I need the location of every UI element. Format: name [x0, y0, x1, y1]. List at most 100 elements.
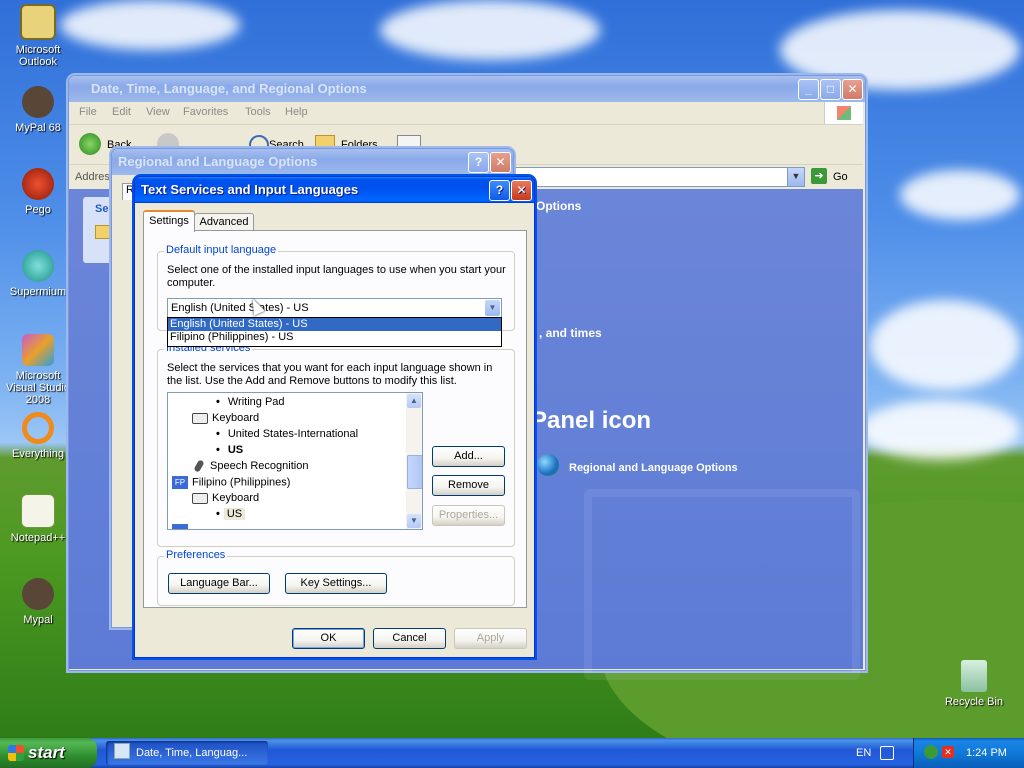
menu-tools[interactable]: Tools: [245, 106, 271, 118]
default-input-language-dropdown[interactable]: English (United States) - US Filipino (P…: [167, 317, 502, 347]
tree-item-keyboard[interactable]: Keyboard: [192, 412, 259, 424]
desktop-icon-outlook[interactable]: Microsoft Outlook: [0, 4, 76, 68]
language-bar-button[interactable]: Language Bar...: [168, 573, 270, 594]
desktop-icon-label: Pego: [25, 204, 51, 216]
help-button[interactable]: ?: [468, 152, 489, 173]
address-dropdown-icon[interactable]: ▼: [787, 168, 804, 186]
keyboard-icon: [192, 492, 208, 504]
recycle-bin-icon: [961, 660, 987, 692]
scroll-up-icon[interactable]: ▲: [407, 394, 421, 408]
settings-tab-page: Default input language Select one of the…: [143, 230, 527, 608]
desktop-icon-visual-studio[interactable]: Microsoft Visual Studio 2008: [0, 334, 76, 406]
regional-language-options-link[interactable]: Regional and Language Options: [569, 462, 738, 474]
dropdown-option[interactable]: Filipino (Philippines) - US: [168, 331, 501, 344]
desktop-icon-everything[interactable]: Everything: [0, 412, 76, 460]
regional-dialog-titlebar[interactable]: Regional and Language Options ? ✕: [112, 149, 513, 175]
go-button[interactable]: Go: [833, 171, 848, 183]
tree-scrollbar[interactable]: ▲ ▼: [406, 393, 422, 529]
chevron-down-icon[interactable]: ▼: [485, 300, 500, 316]
tree-item-us[interactable]: • US: [216, 444, 243, 456]
desktop-icon-label: Notepad++: [10, 532, 66, 544]
tree-item-label: Keyboard: [212, 412, 260, 424]
watermark-graphic: [584, 489, 860, 680]
tree-item-us-international[interactable]: • United States-International: [216, 428, 358, 440]
tab-label: Settings: [149, 215, 189, 227]
taskbar-button-label: Date, Time, Languag...: [136, 747, 248, 759]
supermium-icon: [22, 250, 54, 282]
tab-settings[interactable]: Settings: [143, 210, 195, 232]
key-settings-button[interactable]: Key Settings...: [285, 573, 387, 594]
address-label: Address: [75, 171, 116, 183]
everything-icon: [22, 412, 54, 444]
network-icon[interactable]: [924, 745, 938, 759]
desktop-icon-label: MyPal 68: [15, 122, 61, 134]
installed-services-description: Select the services that you want for ea…: [167, 362, 493, 387]
desktop-icon-label: Supermium: [9, 286, 67, 298]
cancel-button[interactable]: Cancel: [373, 628, 446, 649]
tree-item-label: Filipino (Philippines): [192, 476, 291, 489]
maximize-button[interactable]: □: [820, 79, 841, 100]
tree-item-speech-recognition[interactable]: Speech Recognition: [192, 459, 308, 473]
cloud: [60, 0, 240, 50]
apply-button[interactable]: Apply: [454, 628, 527, 649]
language-bar-icon[interactable]: [880, 746, 894, 760]
cloud: [900, 170, 1020, 220]
desktop-icon-pego[interactable]: Pego: [0, 168, 76, 216]
desktop-icon-supermium[interactable]: Supermium: [0, 250, 76, 298]
taskbar-button-control-panel[interactable]: Date, Time, Languag...: [106, 741, 268, 765]
scroll-thumb[interactable]: [407, 455, 422, 489]
properties-button[interactable]: Properties...: [432, 505, 505, 526]
desktop-icon-label: Microsoft Visual Studio 2008: [5, 370, 70, 406]
desktop-icon-mypal68[interactable]: MyPal 68: [0, 86, 76, 134]
desktop-icon-notepadpp[interactable]: Notepad++: [0, 494, 76, 544]
text-services-dialog[interactable]: Text Services and Input Languages ? ✕ Se…: [134, 176, 535, 658]
menu-file[interactable]: File: [79, 106, 97, 118]
menu-view[interactable]: View: [146, 106, 170, 118]
desktop-icon-mypal[interactable]: Mypal: [0, 578, 76, 626]
minimize-button[interactable]: _: [798, 79, 819, 100]
menu-edit[interactable]: Edit: [112, 106, 131, 118]
tab-label: R: [126, 184, 134, 196]
notepadpp-icon: [21, 494, 55, 528]
close-button[interactable]: ✕: [842, 79, 863, 100]
menu-help[interactable]: Help: [285, 106, 308, 118]
desktop-icon-label: Recycle Bin: [944, 696, 1004, 708]
ok-button[interactable]: OK: [292, 628, 365, 649]
cloud: [870, 300, 1020, 390]
default-input-language-select[interactable]: English (United States) - US ▼: [167, 298, 502, 318]
help-button[interactable]: ?: [489, 180, 510, 201]
security-alert-icon[interactable]: ✕: [942, 746, 954, 758]
language-fp-icon: FP: [172, 476, 188, 489]
tab-label: Advanced: [199, 216, 249, 228]
scroll-down-icon[interactable]: ▼: [407, 514, 421, 528]
cloud: [380, 0, 600, 60]
language-indicator[interactable]: EN: [856, 747, 871, 759]
language-icon: [172, 524, 188, 529]
task-link[interactable]: , and times: [539, 326, 602, 340]
mypal-icon: [22, 86, 54, 118]
desktop-icon-recycle-bin[interactable]: Recycle Bin: [936, 660, 1012, 708]
remove-button[interactable]: Remove: [432, 475, 505, 496]
tree-item-writing-pad[interactable]: • Writing Pad: [216, 396, 285, 408]
clock[interactable]: 1:24 PM: [966, 747, 1007, 759]
tree-item-filipino[interactable]: FP Filipino (Philippines): [172, 476, 290, 489]
text-services-titlebar[interactable]: Text Services and Input Languages ? ✕: [135, 177, 534, 203]
add-button[interactable]: Add...: [432, 446, 505, 467]
installed-services-tree[interactable]: • Writing Pad Keyboard • United States-Int…: [167, 392, 423, 530]
desktop-icon-label: Mypal: [23, 614, 53, 626]
go-arrow-icon[interactable]: ➜: [811, 168, 827, 184]
desktop-icon-label: Microsoft Outlook: [15, 44, 61, 68]
tab-advanced[interactable]: Advanced: [194, 213, 254, 231]
back-arrow-icon[interactable]: [79, 133, 101, 155]
control-panel-titlebar[interactable]: Date, Time, Language, and Regional Optio…: [69, 76, 865, 102]
close-button[interactable]: ✕: [511, 180, 532, 201]
close-button[interactable]: ✕: [490, 152, 511, 173]
menu-favorites[interactable]: Favorites: [183, 106, 228, 118]
window-title: Regional and Language Options: [118, 154, 318, 169]
dropdown-option-selected[interactable]: English (United States) - US: [168, 318, 501, 331]
desktop-icon-label: Everything: [12, 448, 64, 460]
tree-item-keyboard[interactable]: Keyboard: [192, 492, 259, 504]
tree-item-us-filipino[interactable]: • US: [216, 508, 246, 520]
group-legend: Default input language: [164, 244, 279, 256]
start-button[interactable]: start: [0, 738, 97, 768]
